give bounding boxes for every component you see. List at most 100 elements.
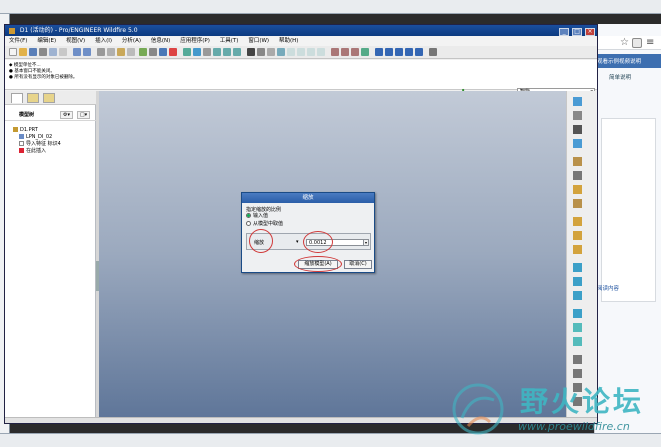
menu-edit[interactable]: 编辑(E) <box>33 36 60 45</box>
axis-display-icon[interactable] <box>385 48 393 56</box>
browser-banner[interactable]: 观看示例视频说明 <box>595 54 661 68</box>
chamfer-icon[interactable] <box>573 337 582 346</box>
menu-icon[interactable]: ≡ <box>646 37 654 48</box>
tree-settings-icon[interactable]: ⚙▾ <box>60 111 73 119</box>
bookmark-star-icon[interactable]: ☆ <box>620 37 629 48</box>
datum-axes-icon[interactable] <box>297 48 305 56</box>
cut-icon[interactable] <box>97 48 105 56</box>
send-mail-icon[interactable] <box>49 48 57 56</box>
mirror-icon[interactable] <box>573 355 582 364</box>
tab-model-tree[interactable] <box>11 93 23 103</box>
merge-icon[interactable] <box>573 369 582 378</box>
shading-icon[interactable] <box>247 48 255 56</box>
coordinate-systems-icon[interactable] <box>317 48 325 56</box>
datum-planes-icon[interactable] <box>287 48 295 56</box>
refit-icon[interactable] <box>233 48 241 56</box>
mail-icon[interactable] <box>59 48 67 56</box>
browser-link[interactable]: 阅读内容 <box>597 284 619 292</box>
zoom-in-icon[interactable] <box>213 48 221 56</box>
radio-on-icon[interactable] <box>246 213 251 218</box>
rib-icon[interactable] <box>573 291 582 300</box>
sketch-icon[interactable] <box>573 97 582 106</box>
sweep-icon[interactable] <box>573 245 582 254</box>
outer-frame-top <box>0 0 661 14</box>
menu-view[interactable]: 视图(V) <box>62 36 89 45</box>
menu-info[interactable]: 信息(N) <box>147 36 174 45</box>
minimize-button[interactable]: _ <box>559 28 570 36</box>
menu-tools[interactable]: 工具(T) <box>216 36 243 45</box>
paste-special-icon[interactable] <box>127 48 135 56</box>
menu-applications[interactable]: 应用程序(P) <box>176 36 214 45</box>
wireframe-icon[interactable] <box>331 48 339 56</box>
address-bar[interactable]: ☆ ≡ <box>595 36 661 50</box>
round-icon[interactable] <box>573 323 582 332</box>
draft-icon[interactable] <box>573 309 582 318</box>
maximize-button[interactable]: □ <box>572 28 583 36</box>
tab-folder-browser[interactable] <box>27 93 39 103</box>
layers-icon[interactable] <box>267 48 275 56</box>
spin-center-icon[interactable] <box>193 48 201 56</box>
datum-curve-icon[interactable] <box>573 139 582 148</box>
datum-point-icon[interactable] <box>573 157 582 166</box>
regen-manager-icon[interactable] <box>149 48 157 56</box>
paste-icon[interactable] <box>117 48 125 56</box>
csys-icon[interactable] <box>573 171 582 180</box>
shell-icon[interactable] <box>573 277 582 286</box>
redo-icon[interactable] <box>83 48 91 56</box>
tools-icon[interactable] <box>632 38 642 48</box>
no-hidden-icon[interactable] <box>351 48 359 56</box>
open-icon[interactable] <box>19 48 27 56</box>
datum-plane-icon[interactable] <box>573 111 582 120</box>
menu-analysis[interactable]: 分析(A) <box>118 36 145 45</box>
spinner-icon[interactable]: ▾ <box>363 239 369 246</box>
radio-label: 从模型中取值 <box>253 221 284 227</box>
tree-item[interactable]: LPN_DI_02 <box>19 134 52 140</box>
revolve-icon[interactable] <box>573 231 582 240</box>
tree-item[interactable]: 导入特征 标识4 <box>19 141 61 147</box>
model-tree-toggle-icon[interactable] <box>361 48 369 56</box>
radio-off-icon[interactable] <box>246 221 251 226</box>
copy-icon[interactable] <box>107 48 115 56</box>
analysis-icon[interactable] <box>573 185 582 194</box>
sketch-tool-icon[interactable] <box>573 199 582 208</box>
csys-display-icon[interactable] <box>405 48 413 56</box>
saved-views-icon[interactable] <box>257 48 265 56</box>
close-button[interactable]: × <box>585 28 595 36</box>
regenerate-icon[interactable] <box>139 48 147 56</box>
view-manager-icon[interactable] <box>277 48 285 56</box>
datum-axis-icon[interactable] <box>573 125 582 134</box>
tab-favorites[interactable] <box>43 93 55 103</box>
orient-mode-icon[interactable] <box>203 48 211 56</box>
plane-display-icon[interactable] <box>375 48 383 56</box>
undo-icon[interactable] <box>73 48 81 56</box>
extrude-icon[interactable] <box>573 217 582 226</box>
hidden-line-icon[interactable] <box>341 48 349 56</box>
hole-icon[interactable] <box>573 263 582 272</box>
model-tree-title: 模型树 <box>19 112 35 118</box>
menu-file[interactable]: 文件(F) <box>5 36 31 45</box>
radio-from-model[interactable]: 从模型中取值 <box>246 221 283 228</box>
context-help-icon[interactable] <box>429 48 437 56</box>
select-icon[interactable] <box>169 48 177 56</box>
import-feature-icon <box>19 141 24 146</box>
zoom-out-icon[interactable] <box>223 48 231 56</box>
new-icon[interactable] <box>9 48 17 56</box>
cancel-button[interactable]: 取消(C) <box>344 260 372 269</box>
tree-item[interactable]: D1.PRT <box>13 127 38 133</box>
menu-window[interactable]: 窗口(W) <box>244 36 273 45</box>
save-icon[interactable] <box>29 48 37 56</box>
radio-label: 输入值 <box>253 213 269 219</box>
tree-item[interactable]: 在此插入 <box>19 148 46 154</box>
print-icon[interactable] <box>39 48 47 56</box>
menu-insert[interactable]: 插入(I) <box>91 36 116 45</box>
repaint-icon[interactable] <box>183 48 191 56</box>
point-display-icon[interactable] <box>395 48 403 56</box>
radio-typed-value[interactable]: 输入值 <box>246 213 268 220</box>
part-icon <box>13 127 18 132</box>
find-icon[interactable] <box>159 48 167 56</box>
annotation-display-icon[interactable] <box>415 48 423 56</box>
tree-item-label: 在此插入 <box>26 148 47 154</box>
tree-show-icon[interactable]: □▾ <box>77 111 90 119</box>
menu-help[interactable]: 帮助(H) <box>275 36 302 45</box>
datum-points-icon[interactable] <box>307 48 315 56</box>
